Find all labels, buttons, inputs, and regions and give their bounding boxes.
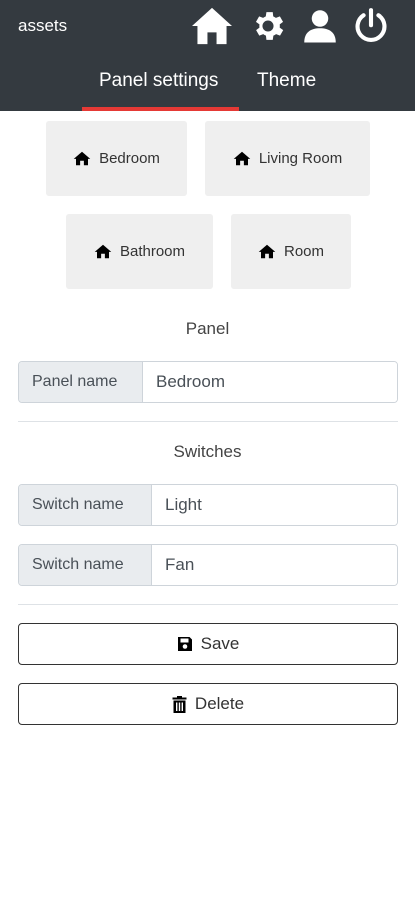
tab-panel-settings[interactable]: Panel settings xyxy=(99,70,218,92)
panel-name-input[interactable] xyxy=(143,362,397,402)
switch-name-input[interactable] xyxy=(152,485,397,525)
app-title: assets xyxy=(18,16,68,35)
delete-button-label: Delete xyxy=(194,694,245,713)
home-icon[interactable] xyxy=(190,6,234,46)
panel-button-label: Bathroom xyxy=(119,243,186,260)
panel-button-bathroom[interactable]: Bathroom xyxy=(66,214,213,289)
panel-button-living-room[interactable]: Living Room xyxy=(205,121,370,196)
switch-name-label: Switch name xyxy=(19,545,152,585)
gear-icon[interactable] xyxy=(249,6,287,46)
save-button-label: Save xyxy=(200,634,240,653)
panel-button-bedroom[interactable]: Bedroom xyxy=(46,121,187,196)
delete-button[interactable]: Delete xyxy=(18,683,398,725)
power-icon[interactable] xyxy=(352,6,390,46)
trash-icon xyxy=(172,695,187,713)
home-icon xyxy=(94,244,112,259)
home-icon xyxy=(73,151,91,166)
divider xyxy=(18,421,398,422)
switch-name-label: Switch name xyxy=(19,485,152,525)
panel-button-label: Room xyxy=(283,243,324,260)
divider xyxy=(18,604,398,605)
switches-section-title: Switches xyxy=(173,442,242,461)
switch-name-input[interactable] xyxy=(152,545,397,585)
active-tab-indicator xyxy=(82,107,239,111)
home-icon xyxy=(233,151,251,166)
user-icon[interactable] xyxy=(301,6,339,46)
home-icon xyxy=(258,244,276,259)
panel-button-label: Living Room xyxy=(258,150,343,167)
panel-name-label: Panel name xyxy=(19,362,143,402)
switch-row: Switch name xyxy=(18,484,398,526)
tab-theme[interactable]: Theme xyxy=(257,70,316,92)
panel-button-room[interactable]: Room xyxy=(231,214,351,289)
switch-row: Switch name xyxy=(18,544,398,586)
top-navbar: assets Panel settings Theme xyxy=(0,0,415,111)
panel-button-label: Bedroom xyxy=(99,150,160,167)
floppy-disk-icon xyxy=(177,637,192,651)
panel-name-group: Panel name xyxy=(18,361,398,403)
panel-section-title: Panel xyxy=(185,319,230,338)
save-button[interactable]: Save xyxy=(18,623,398,665)
